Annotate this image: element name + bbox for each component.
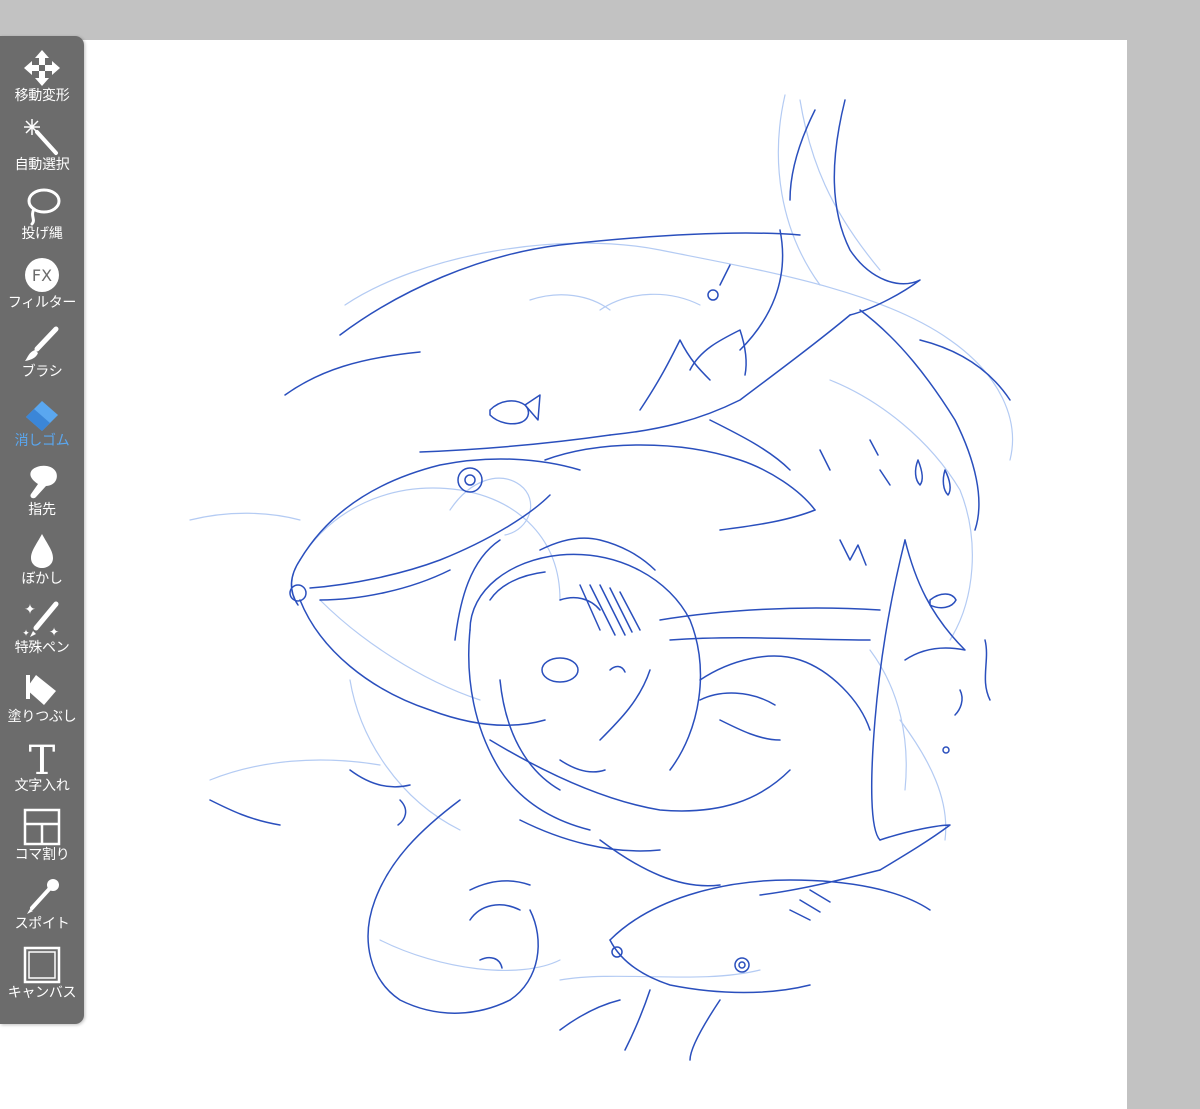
tool-label: ブラシ — [21, 364, 63, 380]
tool-blur-drop[interactable]: ぼかし — [0, 519, 84, 588]
magic-wand-icon — [21, 116, 63, 158]
tool-label: 移動変形 — [14, 88, 70, 104]
panel-split-icon — [21, 806, 63, 848]
blur-drop-icon — [21, 530, 63, 572]
tool-fx-filter[interactable]: FX フィルター — [0, 243, 84, 312]
svg-text:FX: FX — [32, 266, 52, 285]
tool-fill-bucket[interactable]: 塗りつぶし — [0, 657, 84, 726]
shark-sketch-artwork — [189, 94, 1014, 1061]
text-tool-icon: T — [21, 737, 63, 779]
tool-label: 指先 — [28, 502, 56, 518]
tool-special-pen[interactable]: ✦ ✦ ✦ 特殊ペン — [0, 588, 84, 657]
tool-label: スポイト — [14, 916, 70, 932]
svg-text:✦: ✦ — [22, 629, 30, 639]
svg-text:T: T — [29, 738, 56, 778]
tool-text-tool[interactable]: T 文字入れ — [0, 726, 84, 795]
tool-finger-smudge[interactable]: 指先 — [0, 450, 84, 519]
tool-label: 自動選択 — [14, 157, 70, 173]
fill-bucket-icon — [21, 668, 63, 710]
svg-text:✦: ✦ — [49, 625, 59, 639]
brush-icon — [21, 323, 63, 365]
app-window: 移動変形 自動選択 投げ縄 FX フィルター ブラシ 消しゴム 指先 ぼかし ✦ ✦ ✦ 特殊ペン 塗りつ… — [0, 0, 1200, 1109]
special-pen-icon: ✦ ✦ ✦ — [21, 599, 63, 641]
tool-label: コマ割り — [14, 847, 70, 863]
svg-text:✦: ✦ — [24, 602, 36, 618]
tool-label: フィルター — [7, 295, 77, 311]
tool-label: 消しゴム — [14, 433, 70, 449]
tool-eraser[interactable]: 消しゴム — [0, 381, 84, 450]
tool-lasso[interactable]: 投げ縄 — [0, 174, 84, 243]
tool-magic-wand[interactable]: 自動選択 — [0, 105, 84, 174]
tool-label: 塗りつぶし — [7, 709, 77, 725]
tool-panel-split[interactable]: コマ割り — [0, 795, 84, 864]
eyedropper-icon — [21, 875, 63, 917]
tool-label: キャンバス — [7, 985, 77, 1001]
tool-label: 特殊ペン — [14, 640, 70, 656]
tool-move-transform[interactable]: 移動変形 — [0, 36, 84, 105]
tool-eyedropper[interactable]: スポイト — [0, 864, 84, 933]
tool-label: 投げ縄 — [21, 226, 63, 242]
finger-smudge-icon — [21, 461, 63, 503]
move-transform-icon — [21, 47, 63, 89]
tool-brush[interactable]: ブラシ — [0, 312, 84, 381]
canvas-icon — [21, 944, 63, 986]
drawing-canvas[interactable] — [0, 40, 1127, 1109]
tool-canvas[interactable]: キャンバス — [0, 933, 84, 1002]
tool-label: ぼかし — [21, 571, 63, 587]
tool-label: 文字入れ — [14, 778, 70, 794]
eraser-icon — [21, 392, 63, 434]
lasso-icon — [21, 185, 63, 227]
fx-filter-icon: FX — [21, 254, 63, 296]
tool-palette: 移動変形 自動選択 投げ縄 FX フィルター ブラシ 消しゴム 指先 ぼかし ✦ ✦ ✦ 特殊ペン 塗りつ… — [0, 36, 84, 1024]
